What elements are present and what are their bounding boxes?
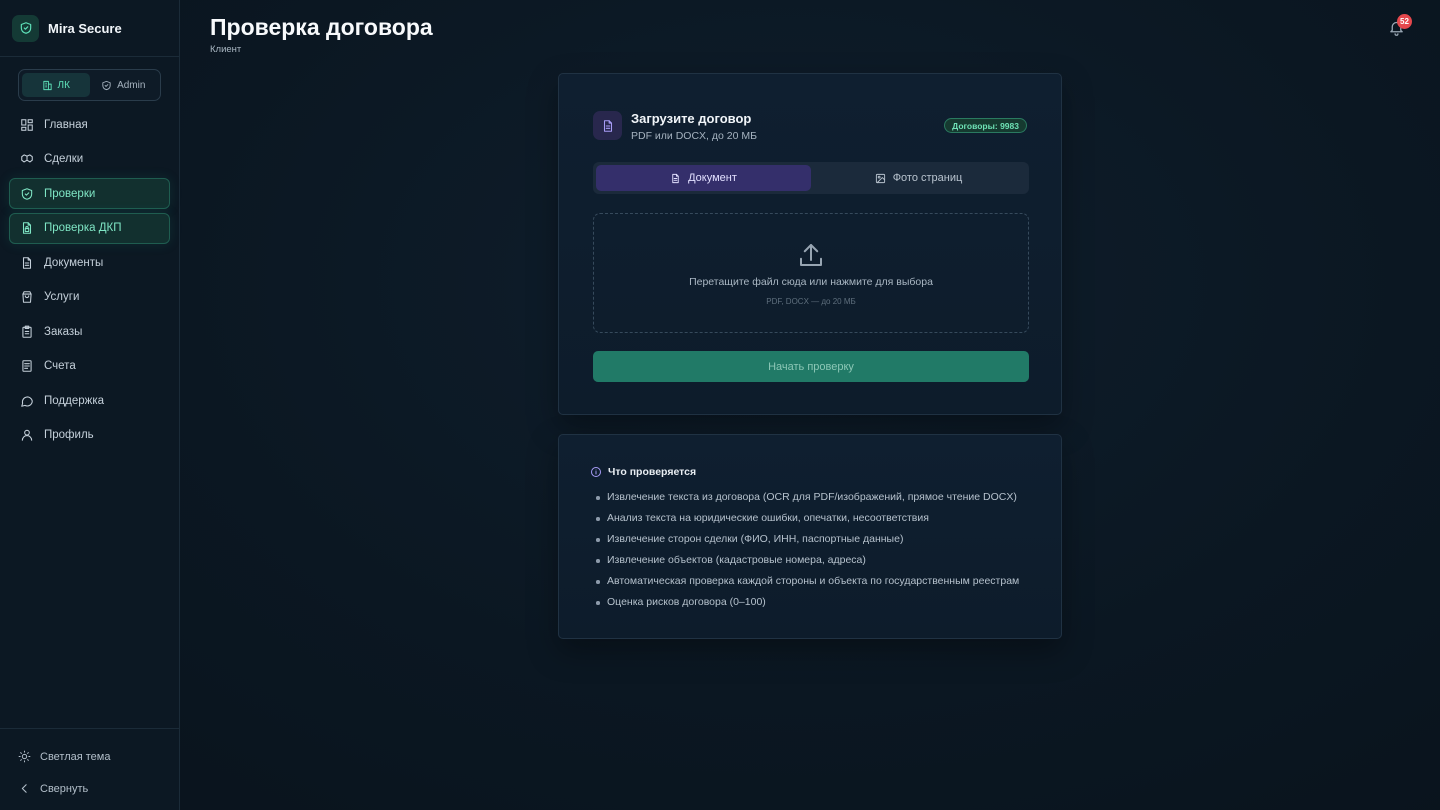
- collapse-sidebar-label: Свернуть: [40, 783, 89, 795]
- upload-mode-tabs: Документ Фото страниц: [593, 162, 1029, 194]
- brand[interactable]: Mira Secure: [0, 0, 179, 57]
- image-icon: [875, 173, 886, 184]
- tab-document-label: Документ: [688, 172, 737, 184]
- sidebar-item-label: Счета: [44, 360, 76, 372]
- building-icon: [42, 80, 53, 91]
- file-text-icon: [670, 173, 681, 184]
- upload-subtitle: PDF или DOCX, до 20 МБ: [631, 130, 757, 142]
- switch-lk-button[interactable]: ЛК: [22, 73, 90, 97]
- theme-toggle-label: Светлая тема: [40, 751, 111, 763]
- user-icon: [20, 428, 34, 442]
- sidebar-item-label: Профиль: [44, 429, 94, 441]
- sidebar-item-label: Документы: [44, 256, 104, 269]
- sidebar-item-dkp-check[interactable]: Проверка ДКП: [9, 212, 170, 244]
- sidebar-item-label: Сделки: [44, 153, 84, 165]
- sun-icon: [18, 750, 32, 764]
- upload-title: Загрузите договор: [631, 111, 752, 126]
- role-switcher: ЛК Admin: [18, 69, 161, 101]
- sidebar-item-label: Поддержка: [44, 394, 104, 407]
- info-icon: [590, 466, 602, 478]
- list-item: Извлечение объектов (кадастровые номера,…: [595, 550, 1019, 571]
- file-lock-icon: [20, 221, 34, 235]
- shield-check-icon: [20, 187, 34, 201]
- document-icon: [593, 111, 622, 140]
- sidebar-item-label: Главная: [44, 118, 88, 131]
- sidebar-item-home[interactable]: Главная: [9, 109, 170, 140]
- tab-page-photos[interactable]: Фото страниц: [811, 165, 1026, 191]
- sidebar-footer: Светлая тема Свернуть: [0, 728, 179, 810]
- sidebar-item-label: Проверки: [44, 187, 96, 200]
- sidebar-item-label: Проверка ДКП: [44, 222, 122, 234]
- upload-card: Загрузите договор PDF или DOCX, до 20 МБ…: [558, 73, 1062, 415]
- sidebar-item-label: Услуги: [44, 291, 80, 303]
- shield-check-icon: [101, 80, 112, 91]
- notification-count-badge: 52: [1397, 14, 1412, 29]
- info-header: Что проверяется: [590, 466, 696, 478]
- sidebar: Mira Secure ЛК Admin Главная Сделки Пров…: [0, 0, 180, 810]
- sidebar-item-label: Заказы: [44, 325, 83, 338]
- page-title: Проверка договора: [210, 14, 433, 40]
- list-item: Извлечение текста из договора (OCR для P…: [595, 487, 1019, 508]
- upload-icon: [796, 240, 826, 270]
- receipt-icon: [20, 359, 34, 373]
- tab-document[interactable]: Документ: [596, 165, 811, 191]
- handshake-icon: [20, 152, 34, 166]
- checks-list: Извлечение текста из договора (OCR для P…: [595, 487, 1019, 613]
- page-subtitle: Клиент: [210, 44, 242, 55]
- switch-admin-button[interactable]: Admin: [90, 73, 158, 97]
- sidebar-item-invoices[interactable]: Счета: [9, 351, 170, 382]
- sidebar-item-orders[interactable]: Заказы: [9, 316, 170, 347]
- sidebar-item-documents[interactable]: Документы: [9, 247, 170, 278]
- sidebar-item-support[interactable]: Поддержка: [9, 385, 170, 416]
- dropzone-hint: PDF, DOCX — до 20 МБ: [766, 297, 856, 306]
- dashboard-icon: [20, 118, 34, 132]
- sidebar-item-deals[interactable]: Сделки: [9, 144, 170, 175]
- message-circle-icon: [20, 394, 34, 408]
- switch-admin-label: Admin: [117, 79, 146, 91]
- list-item: Анализ текста на юридические ошибки, опе…: [595, 508, 1019, 529]
- contracts-count-badge: Договоры: 9983: [944, 118, 1027, 133]
- collapse-sidebar-button[interactable]: Свернуть: [0, 773, 179, 805]
- dropzone-text: Перетащите файл сюда или нажмите для выб…: [689, 276, 933, 288]
- sidebar-nav: Главная Сделки Проверки Проверка ДКП Док…: [9, 109, 170, 454]
- sidebar-item-profile[interactable]: Профиль: [9, 420, 170, 451]
- brand-name: Mira Secure: [48, 20, 122, 36]
- list-item: Извлечение сторон сделки (ФИО, ИНН, пасп…: [595, 529, 1019, 550]
- shield-logo-icon: [12, 14, 39, 42]
- start-check-button[interactable]: Начать проверку: [593, 351, 1029, 382]
- file-text-icon: [20, 256, 34, 270]
- chevron-left-icon: [18, 782, 32, 796]
- sidebar-item-services[interactable]: Услуги: [9, 282, 170, 313]
- theme-toggle-button[interactable]: Светлая тема: [0, 741, 179, 773]
- tab-page-photos-label: Фото страниц: [892, 172, 963, 184]
- shopping-bag-icon: [20, 290, 34, 304]
- clipboard-icon: [20, 325, 34, 339]
- list-item: Автоматическая проверка каждой стороны и…: [595, 571, 1019, 592]
- switch-lk-label: ЛК: [57, 79, 70, 91]
- checks-info-card: Что проверяется Извлечение текста из дог…: [558, 434, 1062, 639]
- sidebar-item-checks[interactable]: Проверки: [9, 178, 170, 209]
- list-item: Оценка рисков договора (0–100): [595, 592, 1019, 613]
- file-dropzone[interactable]: Перетащите файл сюда или нажмите для выб…: [593, 213, 1029, 333]
- info-title: Что проверяется: [608, 466, 697, 478]
